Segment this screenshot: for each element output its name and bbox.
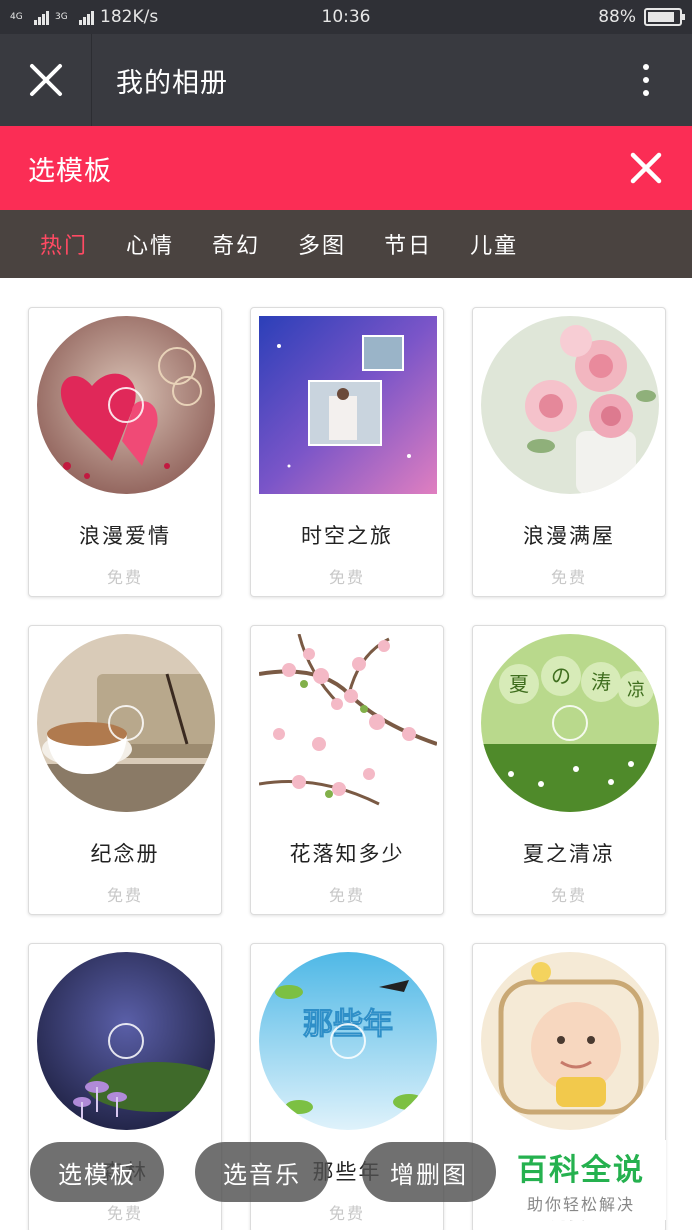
template-thumbnail	[481, 952, 659, 1130]
tab-mood[interactable]: 心情	[126, 228, 174, 260]
play-icon	[552, 705, 588, 741]
template-thumbnail	[37, 952, 215, 1130]
template-price: 免费	[328, 568, 365, 587]
watermark: 百科全说 助你轻松解决	[496, 1140, 666, 1220]
network-speed: 182K/s	[100, 7, 159, 27]
close-button[interactable]	[0, 34, 92, 126]
tab-fantasy[interactable]: 奇幻	[212, 228, 260, 260]
title-bar: 我的相册	[0, 34, 692, 126]
template-thumbnail	[37, 316, 215, 494]
category-tabs: 热门 心情 奇幻 多图 节日 儿童	[0, 210, 692, 278]
template-panel-header: 选模板	[0, 126, 692, 210]
template-price: 免费	[550, 568, 587, 587]
choose-template-button[interactable]: 选模板	[30, 1142, 164, 1202]
template-thumbnail	[258, 633, 438, 812]
template-thumbnail: 夏 の 涛 凉	[481, 634, 659, 812]
thumb-text: 夏	[509, 672, 529, 696]
close-icon	[29, 64, 62, 96]
play-icon	[330, 1023, 366, 1059]
template-thumbnail	[259, 316, 437, 494]
tab-children[interactable]: 儿童	[470, 228, 518, 260]
battery-icon	[644, 8, 685, 26]
template-name: 纪念册	[90, 842, 160, 866]
template-thumbnail	[481, 316, 659, 494]
template-thumbnail	[37, 634, 215, 812]
template-price: 免费	[106, 886, 143, 905]
template-price: 免费	[550, 886, 587, 905]
thumb-text: 涛	[591, 670, 611, 694]
template-thumbnail: 那些年	[259, 952, 437, 1130]
template-card-summer-cool[interactable]: 夏 の 涛 凉 夏之清凉 免费	[472, 625, 666, 915]
template-name: 时空之旅	[301, 524, 393, 548]
signal-icon	[34, 9, 49, 25]
watermark-subtitle: 助你轻松解决	[526, 1195, 635, 1214]
template-name: 浪漫爱情	[79, 524, 171, 548]
network-indicators: 4G 3G 182K/s	[10, 7, 598, 27]
tab-multi-photo[interactable]: 多图	[298, 228, 346, 260]
bottom-action-bar: 选模板 选音乐 增删图 百科全说 助你轻松解决	[0, 1140, 692, 1230]
template-card-time-travel[interactable]: 时空之旅 免费	[250, 307, 444, 597]
template-card-memorial-album[interactable]: 纪念册 免费	[28, 625, 222, 915]
template-name: 浪漫满屋	[523, 524, 615, 548]
template-price: 免费	[328, 886, 365, 905]
play-icon	[108, 387, 144, 423]
template-name: 夏之清凉	[523, 842, 615, 866]
network-type-left: 4G	[10, 11, 23, 22]
template-card-romantic-love[interactable]: 浪漫爱情 免费	[28, 307, 222, 597]
play-icon	[108, 1023, 144, 1059]
edit-photos-button[interactable]: 增删图	[362, 1142, 496, 1202]
status-bar: 4G 3G 182K/s 10:36 88%	[0, 0, 692, 34]
thumb-text: の	[551, 664, 571, 688]
template-name: 花落知多少	[289, 842, 405, 866]
more-options-button[interactable]	[600, 34, 692, 126]
panel-title: 选模板	[28, 155, 112, 187]
battery-percent: 88%	[598, 7, 636, 27]
play-icon	[108, 705, 144, 741]
template-price: 免费	[106, 568, 143, 587]
network-type-right: 3G	[55, 11, 68, 22]
choose-music-button[interactable]: 选音乐	[195, 1142, 329, 1202]
signal-icon	[79, 9, 94, 25]
more-vertical-icon	[643, 64, 649, 70]
panel-close-button[interactable]	[600, 126, 692, 210]
page-title: 我的相册	[116, 67, 228, 99]
template-card-falling-flowers[interactable]: 花落知多少 免费	[250, 625, 444, 915]
thumb-text: 凉	[627, 680, 645, 701]
template-card-romantic-house[interactable]: 浪漫满屋 免费	[472, 307, 666, 597]
close-icon	[630, 152, 662, 184]
tab-holiday[interactable]: 节日	[384, 228, 432, 260]
tab-hot[interactable]: 热门	[40, 228, 88, 260]
watermark-title: 百科全说	[517, 1153, 645, 1188]
